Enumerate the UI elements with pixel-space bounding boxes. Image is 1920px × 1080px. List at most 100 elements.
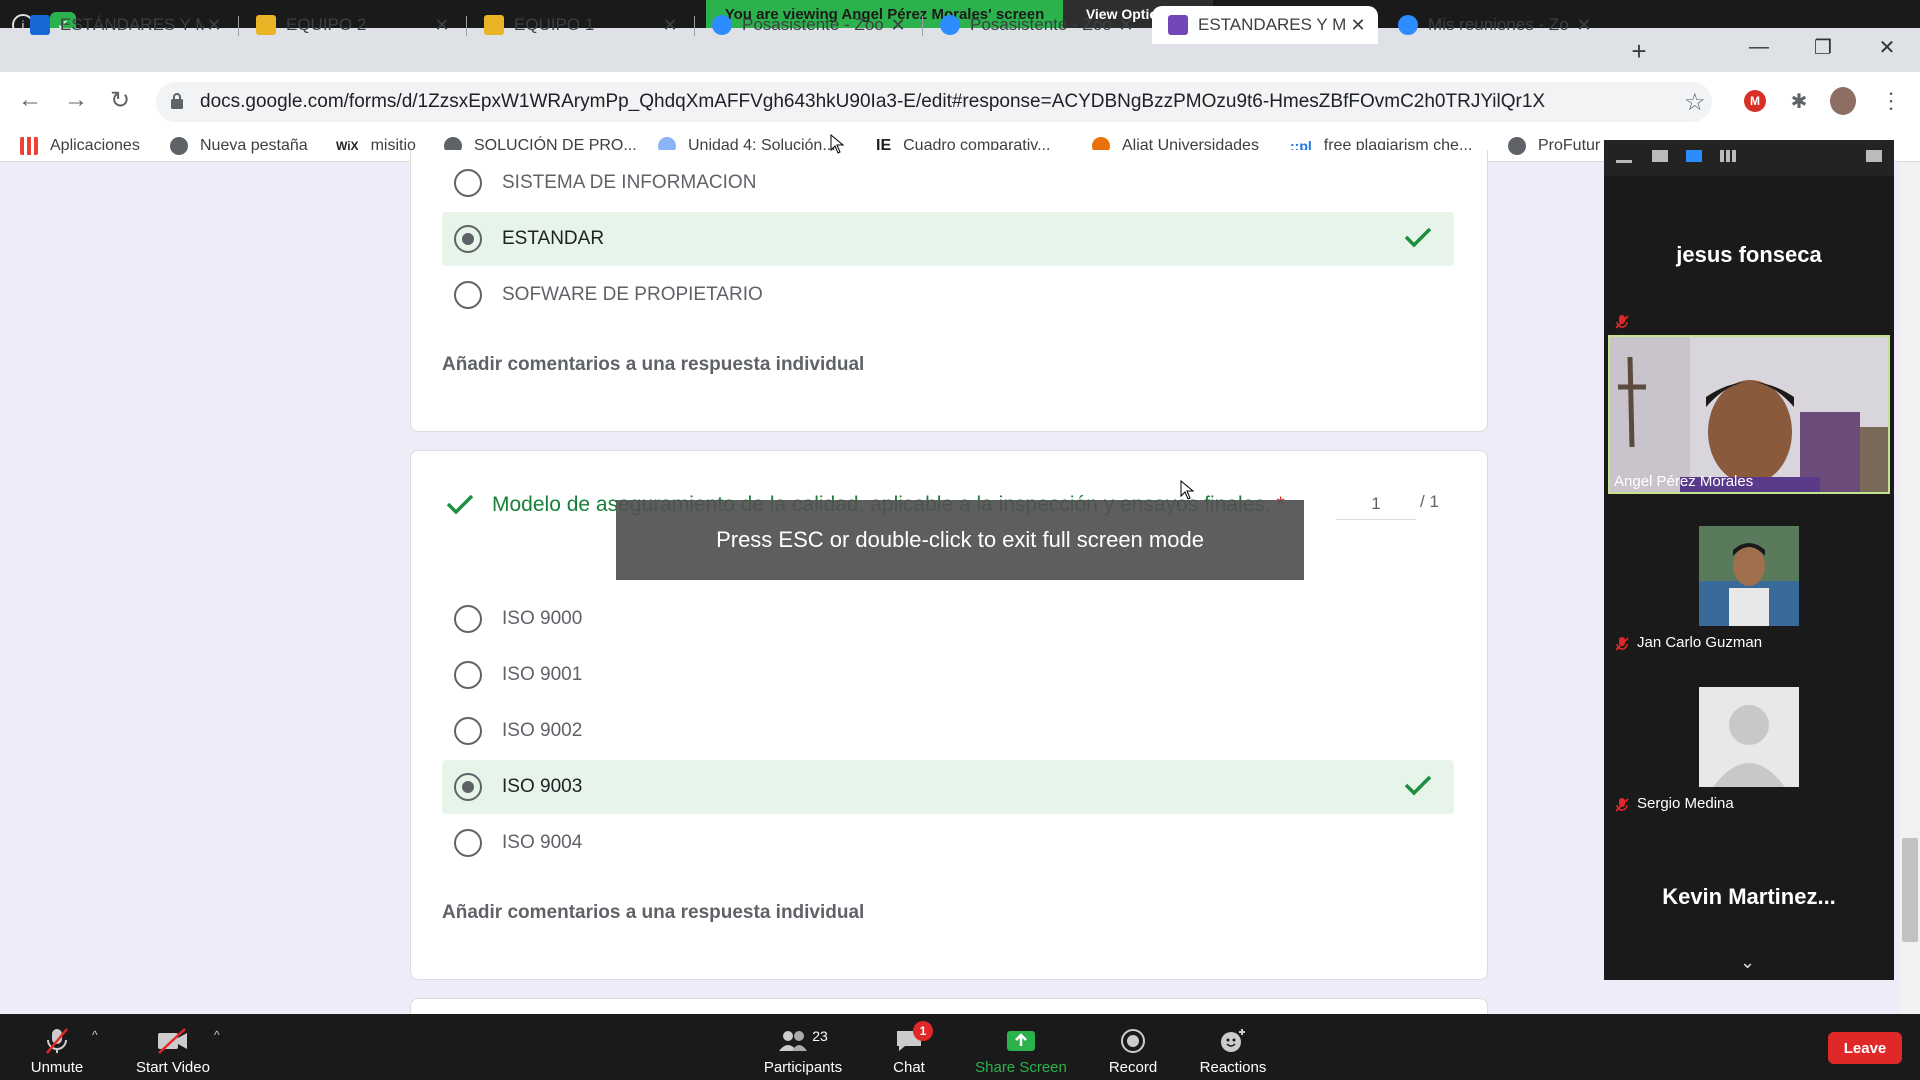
lock-icon[interactable] — [170, 92, 184, 110]
participants-button[interactable]: 23 Participants — [748, 1020, 858, 1076]
tab-equipo-2[interactable]: EQUIPO 2 ✕ — [240, 6, 462, 44]
start-video-button[interactable]: Start Video — [118, 1020, 228, 1076]
option-label: SOFWARE DE PROPIETARIO — [502, 284, 763, 305]
minimize-panel-icon[interactable] — [1616, 160, 1632, 163]
mouse-cursor-icon — [830, 134, 844, 154]
mouse-cursor-icon — [1180, 480, 1194, 500]
close-icon[interactable]: ✕ — [888, 15, 908, 36]
tab-title: ESTÁNDARES Y M — [60, 15, 204, 34]
option-iso-9004[interactable]: ISO 9004 — [442, 816, 1454, 870]
record-icon — [1117, 1027, 1149, 1055]
option-iso-9001[interactable]: ISO 9001 — [442, 648, 1454, 702]
radio-button-selected[interactable] — [454, 225, 482, 253]
tab-equipo-1[interactable]: EQUIPO 1 ✕ — [468, 6, 690, 44]
restore-icon[interactable]: ❐ — [1800, 30, 1846, 64]
participant-label-angel: Angel Pérez Morales — [1614, 473, 1754, 490]
participant-name-kevin: Kevin Martinez... — [1662, 884, 1836, 909]
avatar-photo — [1699, 526, 1799, 626]
option-label: ISO 9004 — [502, 832, 583, 853]
option-iso-9003[interactable]: ISO 9003 — [442, 760, 1454, 814]
avatar-sergio — [1699, 687, 1799, 787]
tab-mis-reuniones[interactable]: Mis reuniones - Zo ✕ — [1382, 6, 1604, 44]
option-iso-9002[interactable]: ISO 9002 — [442, 704, 1454, 758]
default-avatar-icon — [1699, 687, 1799, 787]
profile-avatar-icon[interactable] — [1830, 87, 1856, 115]
question-correct-check-icon — [446, 494, 474, 515]
reload-icon[interactable]: ↻ — [104, 84, 136, 116]
radio-button[interactable] — [454, 169, 482, 197]
bookmark-misitio[interactable]: WiX misitio — [336, 134, 416, 158]
close-icon[interactable]: ✕ — [432, 15, 452, 36]
tab-posasistente-1[interactable]: Posasistente - Zoo ✕ — [696, 6, 918, 44]
close-icon[interactable]: ✕ — [1574, 15, 1594, 36]
video-frame — [1610, 337, 1888, 492]
extension-m-icon[interactable]: M — [1742, 88, 1768, 114]
grid-view-icon[interactable] — [1720, 150, 1736, 162]
chat-button[interactable]: 1 Chat — [854, 1020, 964, 1076]
globe-icon — [170, 137, 188, 155]
option-sistema-de-informacion[interactable]: SISTEMA DE INFORMACION — [442, 156, 1454, 210]
share-screen-button[interactable]: Share Screen — [966, 1020, 1076, 1076]
participant-video-angel[interactable]: Angel Pérez Morales — [1608, 335, 1890, 494]
scrollbar-thumb[interactable] — [1902, 838, 1918, 942]
option-label: ISO 9001 — [502, 664, 583, 685]
close-window-icon[interactable]: ✕ — [1864, 30, 1910, 64]
close-icon[interactable]: ✕ — [204, 15, 224, 36]
tab-estandares-classroom[interactable]: ESTÁNDARES Y M ✕ — [14, 6, 234, 44]
kebab-menu-icon[interactable]: ⋮ — [1880, 88, 1902, 114]
close-icon[interactable]: ✕ — [1116, 15, 1136, 36]
scroll-down-chevron-icon[interactable]: ⌄ — [1740, 952, 1755, 973]
strip-view-icon[interactable] — [1686, 150, 1702, 162]
radio-button-selected[interactable] — [454, 773, 482, 801]
tab-separator — [466, 16, 467, 36]
bookmark-nueva-pestana[interactable]: Nueva pestaña — [170, 134, 308, 158]
bookmark-star-icon[interactable]: ☆ — [1684, 88, 1706, 117]
apps-grid-icon — [20, 137, 38, 155]
add-comments-link[interactable]: Añadir comentarios a una respuesta indiv… — [442, 902, 864, 924]
mic-muted-icon — [1615, 637, 1629, 651]
record-button[interactable]: Record — [1078, 1020, 1188, 1076]
radio-button[interactable] — [454, 605, 482, 633]
radio-button[interactable] — [454, 717, 482, 745]
participants-label: Participants — [763, 1059, 843, 1076]
zoom-icon — [1398, 15, 1418, 35]
smiley-add-icon — [1217, 1027, 1249, 1055]
option-label: ISO 9003 — [502, 776, 583, 797]
points-input[interactable]: 1 — [1336, 490, 1416, 520]
google-classroom-icon — [256, 15, 276, 35]
add-comments-link[interactable]: Añadir comentarios a una respuesta indiv… — [442, 354, 864, 376]
tab-separator — [238, 16, 239, 36]
globe-icon — [1508, 137, 1526, 155]
reactions-button[interactable]: Reactions — [1178, 1020, 1288, 1076]
video-options-caret-icon[interactable]: ^ — [214, 1028, 220, 1042]
leave-button[interactable]: Leave — [1828, 1032, 1902, 1064]
radio-button[interactable] — [454, 661, 482, 689]
single-view-icon[interactable] — [1652, 150, 1668, 162]
radio-button[interactable] — [454, 281, 482, 309]
forward-icon[interactable]: → — [60, 84, 92, 116]
bookmark-apps[interactable]: Aplicaciones — [20, 134, 140, 158]
tab-title: ESTANDARES Y M — [1198, 15, 1347, 34]
close-icon[interactable]: ✕ — [660, 15, 680, 36]
google-classroom-icon — [30, 15, 50, 35]
correct-check-icon — [1404, 775, 1432, 796]
bookmark-profutur[interactable]: ProFutur — [1508, 134, 1600, 158]
option-label: ISO 9000 — [502, 608, 583, 629]
minimize-icon[interactable]: — — [1736, 30, 1782, 64]
panel-options-icon[interactable] — [1866, 150, 1882, 162]
url-text[interactable]: docs.google.com/forms/d/1ZzsxEpxW1WRArym… — [200, 91, 1545, 113]
option-sofware-de-propietario[interactable]: SOFWARE DE PROPIETARIO — [442, 268, 1454, 322]
panel-view-bar — [1604, 140, 1894, 176]
tab-posasistente-2[interactable]: Posasistente - Zoo ✕ — [924, 6, 1146, 44]
participants-count: 23 — [812, 1028, 828, 1044]
option-estandar[interactable]: ESTANDAR — [442, 212, 1454, 266]
new-tab-button[interactable]: + — [1624, 36, 1654, 66]
tab-estandares-forms-active[interactable]: ESTANDARES Y M ✕ — [1152, 6, 1378, 44]
option-iso-9000[interactable]: ISO 9000 — [442, 592, 1454, 646]
back-icon[interactable]: ← — [14, 84, 46, 116]
audio-options-caret-icon[interactable]: ^ — [92, 1028, 98, 1042]
participant-name-jesus: jesus fonseca — [1676, 242, 1822, 267]
radio-button[interactable] — [454, 829, 482, 857]
puzzle-extensions-icon[interactable]: ✱ — [1786, 88, 1812, 114]
close-icon[interactable]: ✕ — [1348, 15, 1368, 36]
